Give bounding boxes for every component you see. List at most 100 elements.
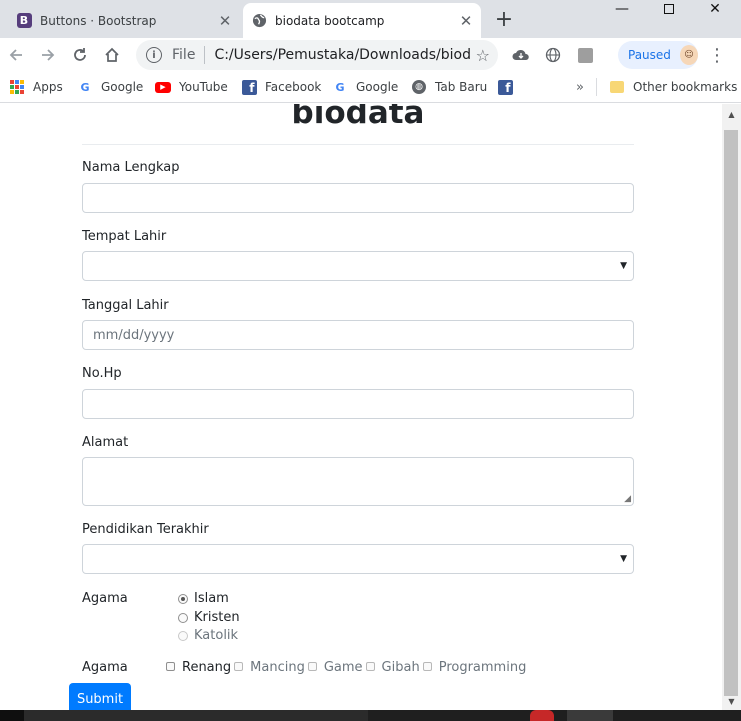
tab-biodata-bootcamp[interactable]: biodata bootcamp ✕ xyxy=(243,3,481,38)
apps-grid-icon xyxy=(9,79,25,95)
checkbox-label: Gibah xyxy=(381,660,420,675)
tanggal-lahir-input[interactable]: mm/dd/yyyy xyxy=(82,320,634,350)
checkbox-mancing[interactable] xyxy=(234,661,244,671)
checkbox-game[interactable] xyxy=(307,661,317,671)
checkbox-programming[interactable] xyxy=(422,661,432,671)
radio-label: Katolik xyxy=(194,628,239,643)
page-title: biodata xyxy=(291,104,425,131)
bookmark-facebook[interactable]: f Facebook xyxy=(241,78,321,96)
radio-kristen[interactable]: Kristen xyxy=(178,610,240,625)
facebook-icon: f xyxy=(241,79,257,95)
avatar: ☺ xyxy=(679,45,698,65)
profile-status-label: Paused xyxy=(628,48,671,62)
checkbox-gibah[interactable] xyxy=(365,661,375,671)
alamat-textarea[interactable]: ◢ xyxy=(82,457,634,506)
globe-icon: ◍ xyxy=(411,79,427,95)
page-viewport: biodata Nama Lengkap Tempat Lahir ▼ Tang… xyxy=(0,104,722,710)
radio-islam[interactable]: Islam xyxy=(178,591,229,606)
bookmark-facebook-icon-only[interactable]: f xyxy=(497,78,521,96)
extension-icon[interactable] xyxy=(572,42,598,68)
bookmark-label: Google xyxy=(356,80,399,94)
menu-kebab-icon[interactable]: ⋮ xyxy=(704,42,730,68)
radio-button[interactable] xyxy=(178,612,188,623)
cloud-download-icon[interactable] xyxy=(508,42,534,68)
bookmark-label: Apps xyxy=(33,80,63,94)
checkbox-label: Game xyxy=(323,660,363,675)
radio-label: Kristen xyxy=(194,610,240,625)
bookmark-star-icon[interactable]: ☆ xyxy=(476,46,490,65)
radio-katolik[interactable]: Katolik xyxy=(178,628,238,643)
taskbar-segment xyxy=(0,710,24,721)
forward-arrow-icon[interactable] xyxy=(35,42,61,68)
home-icon[interactable] xyxy=(99,42,125,68)
alamat-label: Alamat xyxy=(82,435,129,450)
tab-strip: B Buttons · Bootstrap ✕ biodata bootcamp… xyxy=(0,0,741,38)
radio-button-checked[interactable] xyxy=(178,593,188,604)
submit-button[interactable]: Submit xyxy=(69,683,131,710)
bookmark-google[interactable]: G Google xyxy=(77,78,143,96)
radio-button[interactable] xyxy=(178,630,188,641)
taskbar-search-box[interactable] xyxy=(24,710,368,721)
close-window-icon[interactable]: ✕ xyxy=(692,0,738,18)
agama-radio-label: Agama xyxy=(82,591,128,606)
bookmark-youtube[interactable]: ▶ YouTube xyxy=(155,78,228,96)
maximize-window-icon[interactable] xyxy=(646,0,692,18)
pendidikan-terakhir-label: Pendidikan Terakhir xyxy=(82,522,209,537)
no-hp-input[interactable] xyxy=(82,389,634,419)
translate-globe-icon[interactable] xyxy=(540,42,566,68)
scroll-up-arrow-icon[interactable]: ▲ xyxy=(722,106,741,123)
hobby-checkbox-group: Renang Mancing Game Gibah Programming xyxy=(166,660,529,675)
tab-buttons-bootstrap[interactable]: B Buttons · Bootstrap ✕ xyxy=(8,3,240,38)
pendidikan-terakhir-select[interactable]: ▼ xyxy=(82,544,634,574)
bookmarks-divider xyxy=(596,78,597,96)
profile-paused-button[interactable]: Paused ☺ xyxy=(618,41,698,69)
other-bookmarks-folder[interactable]: Other bookmarks xyxy=(609,78,737,96)
browser-toolbar: i File C:/Users/Pemustaka/Downloads/biod… xyxy=(0,38,741,72)
tempat-lahir-label: Tempat Lahir xyxy=(82,229,167,244)
bookmark-google-2[interactable]: G Google xyxy=(332,78,398,96)
address-bar[interactable]: i File C:/Users/Pemustaka/Downloads/biod… xyxy=(136,40,498,70)
divider xyxy=(82,144,634,145)
bookmark-label: Google xyxy=(101,80,144,94)
google-icon: G xyxy=(335,80,345,94)
url-text[interactable]: C:/Users/Pemustaka/Downloads/biodat... xyxy=(214,47,469,63)
back-arrow-icon[interactable] xyxy=(3,42,29,68)
site-info-icon[interactable]: i xyxy=(146,47,162,63)
taskbar-app-icon[interactable] xyxy=(530,710,554,721)
dropdown-caret-icon: ▼ xyxy=(620,554,627,564)
os-taskbar xyxy=(0,710,741,721)
youtube-icon: ▶ xyxy=(155,79,171,95)
bootstrap-icon: B xyxy=(16,13,32,29)
vertical-scrollbar[interactable]: ▲ ▼ xyxy=(722,104,741,710)
close-tab-icon[interactable]: ✕ xyxy=(457,12,475,30)
dropdown-caret-icon: ▼ xyxy=(620,261,627,271)
minimize-window-icon[interactable]: — xyxy=(599,0,645,18)
scheme-label: File xyxy=(172,47,196,63)
divider xyxy=(204,46,206,64)
taskbar-app-icon[interactable] xyxy=(567,710,613,721)
bookmark-label: Facebook xyxy=(265,80,322,94)
bookmark-tab-baru[interactable]: ◍ Tab Baru xyxy=(411,78,487,96)
bookmark-apps[interactable]: Apps xyxy=(9,78,63,96)
facebook-icon: f xyxy=(497,79,513,95)
checkbox-label: Mancing xyxy=(250,660,305,675)
globe-icon xyxy=(251,13,267,29)
new-tab-button[interactable]: + xyxy=(492,7,516,32)
checkbox-label: Renang xyxy=(182,660,232,675)
reload-icon[interactable] xyxy=(67,42,93,68)
tab-title: biodata bootcamp xyxy=(275,13,385,28)
no-hp-label: No.Hp xyxy=(82,366,122,381)
more-bookmarks-chevron-icon[interactable]: » xyxy=(576,78,584,96)
tanggal-lahir-label: Tanggal Lahir xyxy=(82,298,169,313)
other-bookmarks-label: Other bookmarks xyxy=(633,80,738,94)
nama-lengkap-input[interactable] xyxy=(82,183,634,213)
checkbox-label: Programming xyxy=(438,660,527,675)
resize-grip-icon[interactable]: ◢ xyxy=(624,494,631,504)
bookmark-label: YouTube xyxy=(179,80,228,94)
checkbox-renang[interactable] xyxy=(166,661,175,671)
bookmarks-bar: Apps G Google ▶ YouTube f Facebook G Goo… xyxy=(0,72,741,103)
scrollbar-thumb[interactable] xyxy=(724,130,738,696)
close-tab-icon[interactable]: ✕ xyxy=(216,12,234,30)
tempat-lahir-select[interactable]: ▼ xyxy=(82,251,634,281)
scroll-down-arrow-icon[interactable]: ▼ xyxy=(722,693,741,710)
